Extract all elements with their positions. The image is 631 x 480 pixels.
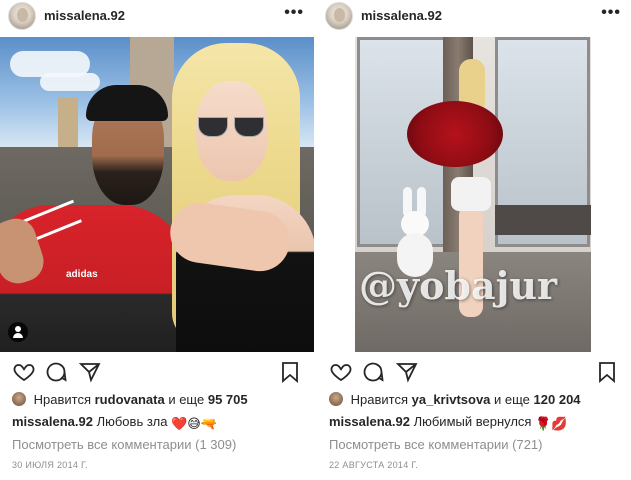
bookmark-icon[interactable] bbox=[278, 360, 302, 384]
likes-connector: и еще bbox=[168, 392, 205, 407]
likes-row: Нравится rudovanata и еще 95 705 bbox=[12, 392, 248, 410]
post-actions bbox=[0, 360, 314, 386]
caption-emoji: 🌹 bbox=[535, 416, 552, 431]
post-actions bbox=[317, 360, 631, 386]
photo-bench bbox=[495, 205, 591, 235]
caption-emoji: ❤️ bbox=[171, 416, 188, 431]
post-caption: missalena.92 Любимый вернулся 🌹💋 bbox=[329, 414, 567, 432]
caption-text: Любимый вернулся bbox=[413, 414, 532, 429]
post-header: missalena.92 ••• bbox=[0, 0, 314, 32]
post-header: missalena.92 ••• bbox=[317, 0, 631, 32]
photo-jacket-logo: adidas bbox=[66, 269, 98, 280]
likes-connector: и еще bbox=[494, 392, 530, 407]
caption-text: Любовь зла bbox=[96, 414, 168, 429]
heart-icon[interactable] bbox=[329, 360, 353, 384]
send-icon[interactable] bbox=[395, 360, 419, 384]
post-username[interactable]: missalena.92 bbox=[361, 8, 442, 23]
liker-username[interactable]: ya_krivtsova bbox=[412, 392, 491, 407]
post-caption: missalena.92 Любовь зла ❤️😅🔫 bbox=[12, 414, 217, 432]
profile-avatar[interactable] bbox=[325, 2, 353, 30]
liker-avatar[interactable] bbox=[329, 392, 343, 406]
bookmark-icon[interactable] bbox=[595, 360, 619, 384]
more-options-icon[interactable]: ••• bbox=[601, 4, 621, 22]
post-date: 22 АВГУСТА 2014 Г. bbox=[329, 460, 419, 470]
profile-avatar[interactable] bbox=[8, 2, 36, 30]
caption-emoji: 🔫 bbox=[200, 416, 218, 431]
post-photo[interactable]: @yobajur bbox=[355, 37, 591, 352]
photo-sunglasses bbox=[196, 117, 266, 139]
liker-username[interactable]: rudovanata bbox=[95, 392, 165, 407]
photo-building bbox=[58, 97, 78, 147]
comment-icon[interactable] bbox=[361, 360, 385, 384]
likes-count[interactable]: 95 705 bbox=[208, 392, 248, 407]
likes-row: Нравится ya_krivtsova и еще 120 204 bbox=[329, 392, 581, 410]
photo-cloud bbox=[40, 73, 100, 91]
likes-count[interactable]: 120 204 bbox=[534, 392, 581, 407]
post-date: 30 ИЮЛЯ 2014 Г. bbox=[12, 460, 88, 470]
comment-icon[interactable] bbox=[44, 360, 68, 384]
post-username[interactable]: missalena.92 bbox=[44, 8, 125, 23]
instagram-post-1: missalena.92 ••• adidas Нравится rudovan… bbox=[0, 0, 314, 480]
caption-emoji: 💋 bbox=[551, 416, 568, 431]
caption-username[interactable]: missalena.92 bbox=[329, 414, 410, 429]
post-photo[interactable]: adidas bbox=[0, 37, 314, 352]
user-tag-icon[interactable] bbox=[8, 322, 28, 342]
more-options-icon[interactable]: ••• bbox=[284, 4, 304, 22]
liker-avatar[interactable] bbox=[12, 392, 26, 406]
caption-username[interactable]: missalena.92 bbox=[12, 414, 93, 429]
send-icon[interactable] bbox=[78, 360, 102, 384]
instagram-post-2: missalena.92 ••• @yobajur Нравится ya_kr… bbox=[317, 0, 631, 480]
photo-beanie bbox=[86, 85, 168, 121]
caption-emoji: 😅 bbox=[187, 416, 201, 431]
photo-watermark: @yobajur bbox=[359, 263, 558, 308]
likes-prefix: Нравится bbox=[33, 392, 91, 407]
photo-roses-bouquet bbox=[407, 101, 503, 167]
view-all-comments-link[interactable]: Посмотреть все комментарии (1 309) bbox=[12, 437, 236, 452]
likes-prefix: Нравится bbox=[350, 392, 408, 407]
heart-icon[interactable] bbox=[12, 360, 36, 384]
view-all-comments-link[interactable]: Посмотреть все комментарии (721) bbox=[329, 437, 542, 452]
photo-girl-shorts bbox=[451, 177, 491, 211]
